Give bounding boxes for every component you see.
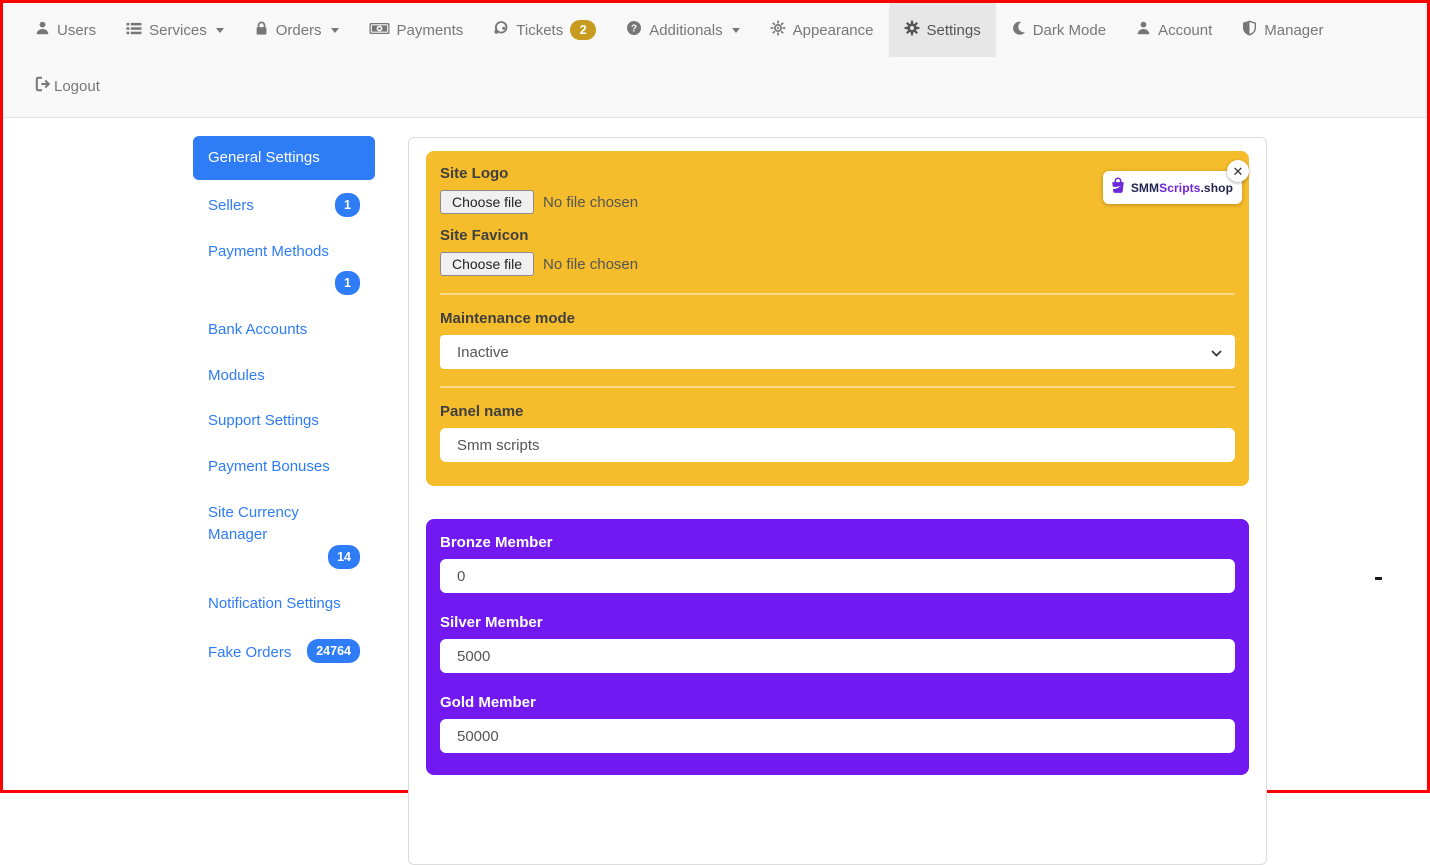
- caret-down-icon: [732, 28, 740, 33]
- sidebar-item-support-settings[interactable]: Support Settings: [193, 399, 375, 443]
- gold-member-input[interactable]: [440, 719, 1235, 753]
- svg-text:?: ?: [631, 24, 637, 35]
- sidebar-item-label: Sellers: [208, 195, 254, 217]
- nav-item-label: Dark Mode: [1033, 22, 1106, 39]
- sidebar-item-fake-orders[interactable]: Fake Orders 24764: [193, 628, 375, 674]
- nav-item-label: Appearance: [793, 22, 874, 39]
- sidebar-item-site-currency-manager[interactable]: Site Currency Manager 14: [193, 491, 375, 581]
- general-settings-card: SMMScripts.shop ✕ Site Logo Choose file …: [408, 137, 1267, 865]
- chevron-down-icon: [1211, 344, 1222, 361]
- badge-row: 1: [208, 271, 360, 295]
- bronze-member-input[interactable]: [440, 559, 1235, 593]
- panel-name-input[interactable]: [440, 428, 1235, 462]
- nav-item-label: Additionals: [649, 22, 722, 39]
- nav-item-label: Users: [57, 22, 96, 39]
- nav-item-tickets[interactable]: Tickets 2: [478, 3, 611, 57]
- choose-file-button[interactable]: Choose file: [440, 190, 534, 214]
- settings-sidebar: General Settings Sellers 1 Payment Metho…: [193, 136, 375, 676]
- divider: [440, 386, 1235, 388]
- appearance-gear-icon: [770, 20, 786, 40]
- member-levels-panel: Bronze Member Silver Member Gold Member: [426, 519, 1249, 775]
- sidebar-item-label: Payment Bonuses: [208, 456, 330, 478]
- sidebar-item-label: Payment Methods: [208, 241, 329, 263]
- sidebar-item-label: Notification Settings: [208, 593, 341, 615]
- question-circle-icon: ?: [626, 20, 642, 40]
- shield-icon: [1242, 20, 1257, 40]
- file-status-text: No file chosen: [543, 256, 638, 273]
- user-icon: [35, 20, 50, 40]
- silver-member-input[interactable]: [440, 639, 1235, 673]
- count-badge: 1: [335, 271, 360, 295]
- nav-item-additionals[interactable]: ? Additionals: [611, 3, 754, 57]
- smmscripts-watermark: SMMScripts.shop ✕: [1103, 171, 1242, 204]
- nav-item-account[interactable]: Account: [1121, 3, 1227, 57]
- nav-item-users[interactable]: Users: [20, 3, 111, 57]
- nav-item-logout[interactable]: Logout: [20, 57, 115, 115]
- gear-icon: [904, 20, 920, 40]
- choose-file-button[interactable]: Choose file: [440, 252, 534, 276]
- nav-item-label: Account: [1158, 22, 1212, 39]
- site-favicon-label: Site Favicon: [440, 227, 1235, 244]
- sidebar-item-label: Fake Orders: [208, 642, 291, 664]
- stray-mark: [1375, 577, 1382, 580]
- sidebar-item-label: Site Currency Manager: [208, 502, 360, 546]
- silver-member-label: Silver Member: [440, 614, 1235, 631]
- nav-item-label: Settings: [927, 22, 981, 39]
- shopping-bag-icon: [1109, 176, 1127, 199]
- caret-down-icon: [216, 28, 224, 33]
- site-favicon-file-input: Choose file No file chosen: [440, 252, 1235, 276]
- sidebar-item-modules[interactable]: Modules: [193, 354, 375, 398]
- nav-item-label: Logout: [54, 78, 100, 95]
- nav-item-services[interactable]: Services: [111, 3, 239, 57]
- sidebar-item-notification-settings[interactable]: Notification Settings: [193, 582, 375, 626]
- top-navbar: Users Services Orders Payments Tickets 2: [3, 3, 1427, 118]
- navbar-row-logout: Logout: [3, 57, 1427, 115]
- panel-name-label: Panel name: [440, 403, 1235, 420]
- nav-item-label: Manager: [1264, 22, 1323, 39]
- headset-icon: [493, 20, 509, 40]
- sidebar-item-label: Modules: [208, 365, 265, 387]
- nav-item-label: Payments: [397, 22, 464, 39]
- count-badge: 24764: [307, 639, 360, 663]
- gold-member-label: Gold Member: [440, 694, 1235, 711]
- sidebar-item-sellers[interactable]: Sellers 1: [193, 182, 375, 228]
- sidebar-item-label: Support Settings: [208, 410, 319, 432]
- count-badge: 14: [328, 545, 360, 569]
- close-icon[interactable]: ✕: [1227, 160, 1249, 182]
- moon-icon: [1011, 20, 1026, 40]
- nav-item-label: Tickets: [516, 22, 563, 39]
- logout-icon: [35, 76, 52, 96]
- sidebar-item-bank-accounts[interactable]: Bank Accounts: [193, 308, 375, 352]
- settings-page: Users Services Orders Payments Tickets 2: [3, 3, 1427, 790]
- nav-item-manager[interactable]: Manager: [1227, 3, 1338, 57]
- tickets-count-badge: 2: [570, 20, 596, 40]
- nav-item-orders[interactable]: Orders: [239, 3, 354, 57]
- bronze-member-label: Bronze Member: [440, 534, 1235, 551]
- lock-icon: [254, 20, 269, 40]
- sidebar-item-payment-bonuses[interactable]: Payment Bonuses: [193, 445, 375, 489]
- sidebar-item-label: Bank Accounts: [208, 319, 307, 341]
- nav-item-payments[interactable]: Payments: [354, 3, 479, 57]
- file-status-text: No file chosen: [543, 194, 638, 211]
- maintenance-mode-label: Maintenance mode: [440, 310, 1235, 327]
- list-icon: [126, 21, 142, 40]
- sidebar-item-payment-methods[interactable]: Payment Methods 1: [193, 230, 375, 306]
- maintenance-mode-select[interactable]: Inactive: [440, 335, 1235, 369]
- divider: [440, 293, 1235, 295]
- user-icon: [1136, 20, 1151, 40]
- count-badge: 1: [335, 193, 360, 217]
- selected-option: Inactive: [457, 344, 509, 361]
- nav-item-label: Services: [149, 22, 207, 39]
- caret-down-icon: [331, 28, 339, 33]
- nav-item-settings[interactable]: Settings: [889, 3, 996, 57]
- navbar-row-main: Users Services Orders Payments Tickets 2: [3, 3, 1427, 57]
- sidebar-item-label: General Settings: [208, 147, 320, 169]
- nav-item-label: Orders: [276, 22, 322, 39]
- nav-item-appearance[interactable]: Appearance: [755, 3, 889, 57]
- watermark-text: SMMScripts.shop: [1131, 181, 1233, 195]
- money-icon: [369, 21, 390, 40]
- sidebar-item-general-settings[interactable]: General Settings: [193, 136, 375, 180]
- nav-item-dark-mode[interactable]: Dark Mode: [996, 3, 1121, 57]
